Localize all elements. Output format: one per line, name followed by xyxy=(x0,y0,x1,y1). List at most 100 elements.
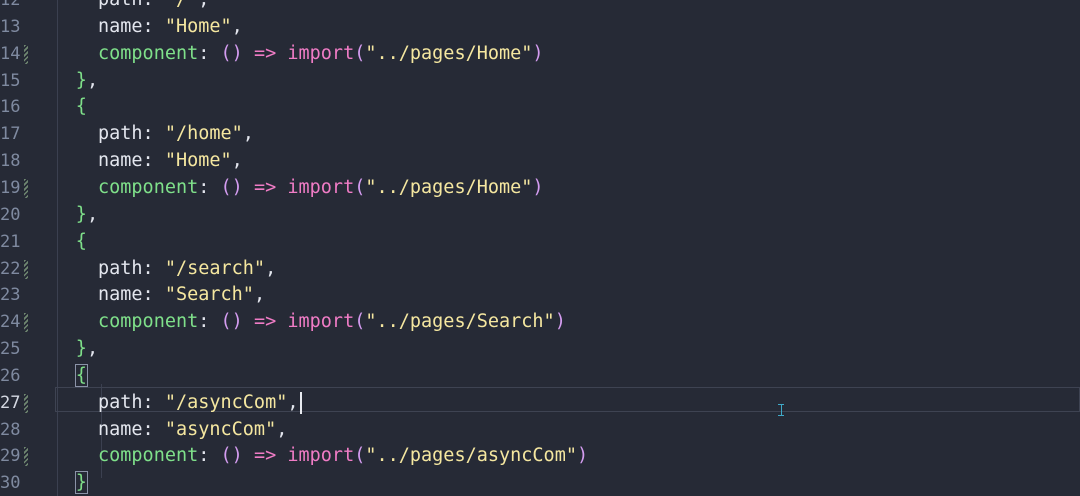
code-text: }, xyxy=(76,202,98,229)
code-token: "Search" xyxy=(164,284,254,306)
code-line[interactable]: 27 path: "/asyncCom", xyxy=(0,390,1080,417)
code-token: , xyxy=(198,0,209,10)
code-text: }, xyxy=(76,336,98,363)
code-token: path: xyxy=(98,123,165,145)
code-token: , xyxy=(276,418,288,440)
code-token: , xyxy=(86,69,99,91)
code-line[interactable]: 26 { xyxy=(0,363,1080,390)
code-token: , xyxy=(253,284,266,306)
git-modified-marker xyxy=(24,313,28,333)
code-token: name: xyxy=(98,418,165,440)
git-modified-marker xyxy=(24,447,28,467)
code-line[interactable]: 21 { xyxy=(0,229,1080,256)
code-token: "../pages/Home" xyxy=(365,42,533,64)
code-line[interactable]: 29 component: () => import("../pages/asyn… xyxy=(0,443,1080,470)
code-token: "/search" xyxy=(164,257,266,279)
code-token: component xyxy=(98,445,199,467)
code-line[interactable]: 12 path: "/", xyxy=(0,0,1080,14)
code-text: component: () => import("../pages/asyncC… xyxy=(98,443,588,470)
code-token: "/asyncCom" xyxy=(164,391,288,413)
line-number: 26 xyxy=(0,365,21,386)
code-line[interactable]: 23 name: "Search", xyxy=(0,282,1080,309)
line-number: 15 xyxy=(0,70,21,91)
code-token: { xyxy=(75,96,87,118)
code-line[interactable]: 19 component: () => import("../pages/Home… xyxy=(0,175,1080,202)
code-token: , xyxy=(242,123,254,145)
code-line[interactable]: 24 component: () => import("../pages/Sear… xyxy=(0,309,1080,336)
code-line[interactable]: 17 path: "/home", xyxy=(0,121,1080,148)
code-token: name: xyxy=(98,284,165,306)
code-text: { xyxy=(74,363,88,390)
code-line[interactable]: 15}, xyxy=(0,68,1080,95)
code-token: , xyxy=(86,338,99,360)
code-line[interactable]: 28 name: "asyncCom", xyxy=(0,417,1080,444)
code-line[interactable]: 30} xyxy=(0,470,1080,496)
code-text: path: "/", xyxy=(98,0,209,14)
text-caret xyxy=(299,391,302,414)
code-token: , xyxy=(265,257,277,279)
git-modified-marker xyxy=(24,178,28,198)
code-token: path: xyxy=(98,257,165,279)
code-token: ) xyxy=(554,311,566,333)
code-token: ( xyxy=(354,445,366,467)
code-token: "/home" xyxy=(164,123,243,145)
code-line[interactable]: 14 component: () => import("../pages/Home… xyxy=(0,41,1080,68)
code-token: () xyxy=(220,42,243,64)
code-text: }, xyxy=(76,68,98,95)
code-token: ) xyxy=(532,176,544,198)
code-token: , xyxy=(86,203,99,225)
code-token: "Home" xyxy=(164,150,232,172)
line-number: 25 xyxy=(0,339,21,360)
code-line[interactable]: 13 name: "Home", xyxy=(0,14,1080,41)
code-token: path: xyxy=(98,0,165,10)
code-token: import xyxy=(287,42,355,64)
code-text: name: "Home", xyxy=(98,14,243,41)
code-token: ( xyxy=(354,176,366,198)
code-text: path: "/search", xyxy=(98,256,276,283)
code-token: "Home" xyxy=(164,15,232,37)
code-token: name: xyxy=(98,15,165,37)
line-number: 20 xyxy=(0,204,21,225)
code-line[interactable]: 16 { xyxy=(0,94,1080,121)
line-number: 22 xyxy=(0,258,21,279)
code-token: : xyxy=(198,445,221,467)
code-line[interactable]: 25}, xyxy=(0,336,1080,363)
code-text: name: "Search", xyxy=(98,282,265,309)
code-editor[interactable]: 12 path: "/", 13 name: "Home", 14 component: … xyxy=(0,0,1080,496)
line-number: 28 xyxy=(0,419,21,440)
code-token: () xyxy=(220,445,243,467)
code-token: "../pages/asyncCom" xyxy=(365,445,577,467)
code-text: path: "/asyncCom", xyxy=(98,390,302,417)
code-line[interactable]: 20}, xyxy=(0,202,1080,229)
code-line[interactable]: 18 name: "Home", xyxy=(0,148,1080,175)
code-token: , xyxy=(287,391,299,413)
code-token: : xyxy=(198,311,221,333)
code-token: () xyxy=(220,311,243,333)
line-number: 14 xyxy=(0,43,21,64)
code-line[interactable]: 22 path: "/search", xyxy=(0,256,1080,283)
code-token: : xyxy=(198,176,221,198)
code-token: { xyxy=(74,363,88,387)
code-text: } xyxy=(74,470,88,496)
line-number: 17 xyxy=(0,124,21,145)
code-token: } xyxy=(74,471,88,495)
code-token: component xyxy=(98,176,199,198)
code-token: component xyxy=(98,42,199,64)
code-token: name: xyxy=(98,150,165,172)
code-token: , xyxy=(231,15,243,37)
code-token: => xyxy=(242,176,288,198)
git-modified-marker xyxy=(24,44,28,64)
code-token: } xyxy=(75,203,87,225)
code-text: component: () => import("../pages/Home") xyxy=(98,41,544,68)
code-token: => xyxy=(242,311,288,333)
code-text: path: "/home", xyxy=(98,121,254,148)
code-text: name: "asyncCom", xyxy=(98,417,287,444)
line-number: 16 xyxy=(0,97,21,118)
code-token: import xyxy=(287,445,355,467)
code-token: => xyxy=(242,445,288,467)
code-token: ( xyxy=(354,42,366,64)
code-text: { xyxy=(76,94,87,121)
line-number: 27 xyxy=(0,392,21,413)
code-token: : xyxy=(198,42,221,64)
code-token: } xyxy=(75,69,87,91)
